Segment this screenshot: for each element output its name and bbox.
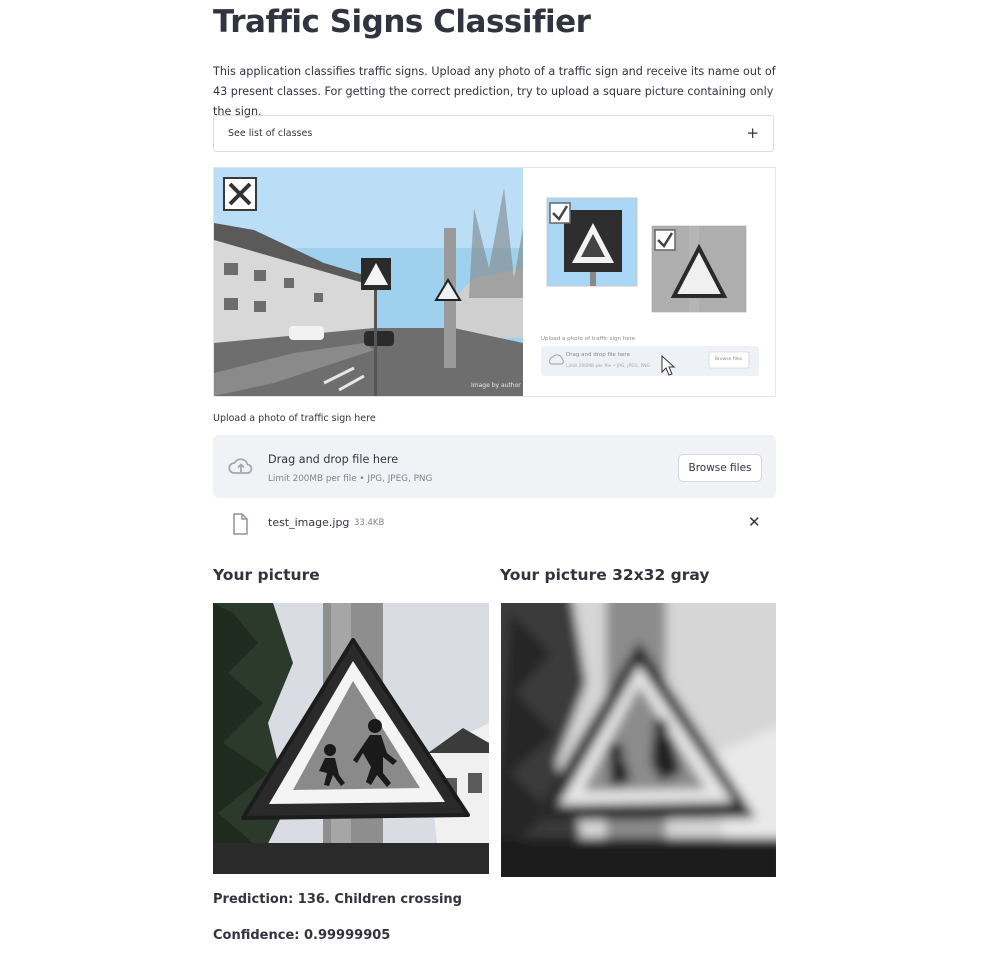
page-title: Traffic Signs Classifier [213,4,591,40]
mini-browse-label: Browse files [715,357,743,362]
cloud-upload-icon [227,455,255,481]
file-dropzone[interactable]: Drag and drop file here Limit 200MB per … [213,435,776,498]
mini-drop-text: Drag and drop file here [566,352,630,358]
uploaded-file-row: test_image.jpg 33.4KB ✕ [213,510,776,538]
expander-label: See list of classes [228,128,313,139]
demo-illustration [214,168,759,396]
prediction-text: Prediction: 136. Children crossing [213,892,462,907]
street-photo [214,168,523,396]
close-icon[interactable]: ✕ [748,513,761,531]
mini-upload-label: Upload a photo of traffic sign here [541,336,636,342]
plus-icon: + [746,124,759,142]
file-size: 33.4KB [354,518,385,528]
app-description: This application classifies traffic sign… [213,65,776,118]
gray-32x32-picture [501,603,776,877]
mini-limit-text: Limit 200MB per file • JPG, JPEG, PNG [566,364,651,369]
good-crop-examples [546,197,747,313]
gray-picture-title: Your picture 32x32 gray [500,566,710,584]
your-picture-title: Your picture [213,566,320,584]
limit-text: Limit 200MB per file • JPG, JPEG, PNG [268,474,433,484]
image-credit: Image by author [471,382,521,389]
uploader-label: Upload a photo of traffic sign here [213,413,376,424]
confidence-text: Confidence: 0.99999905 [213,928,391,943]
original-picture [213,603,489,874]
drop-text: Drag and drop file here [268,453,399,466]
file-name: test_image.jpg [268,516,350,529]
demo-image: Image by author Upload a photo of traffi… [213,167,776,397]
file-icon [232,513,248,539]
classes-expander[interactable]: See list of classes + [213,115,774,152]
browse-files-button[interactable]: Browse files [678,454,762,482]
